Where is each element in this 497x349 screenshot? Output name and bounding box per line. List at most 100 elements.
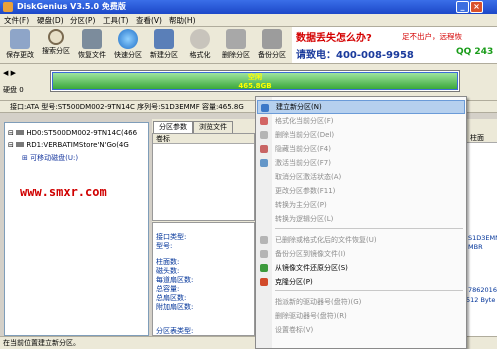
tree-label: 可移动磁盘(U:) [30,154,79,162]
quick-partition-icon [118,29,138,49]
new-partition-button[interactable]: 新建分区 [146,28,182,63]
menu-item[interactable]: 隐藏当前分区(F4) [257,142,465,156]
menu-item[interactable]: 从镜像文件还原分区(S) [257,261,465,275]
menu-help[interactable]: 帮助(H) [169,15,196,26]
context-menu: 建立新分区(N) 格式化当前分区(F) 删除当前分区(Del) 隐藏当前分区(F4) 激… [255,96,467,349]
recover-icon [260,236,268,244]
menu-item-label: 隐藏当前分区(F4) [275,145,331,153]
backup-icon [260,250,268,258]
close-button[interactable]: × [470,1,483,13]
new-partition-icon [154,29,174,49]
ad-phone: 请致电：400-008-9958 [296,50,414,61]
menu-item[interactable]: 格式化当前分区(F) [257,114,465,128]
tree-label: RD1:VERBATIMStore'N'Go(4G [26,141,129,149]
detail-label: 附加扇区数: [156,303,194,311]
recover-file-icon [82,29,102,49]
menu-item-label: 建立新分区(N) [276,103,322,111]
menu-file[interactable]: 文件(F) [4,15,29,26]
hard-disk-icon [16,130,25,135]
menu-view[interactable]: 查看(V) [136,15,162,26]
menu-item-label: 格式化当前分区(F) [275,117,334,125]
disk-number: 硬盘 0 [3,86,24,94]
window-title: DiskGenius V3.5.0 免费版 [17,2,126,11]
status-text: 在当前位置建立新分区。 [3,339,80,347]
nav-arrows-icon[interactable]: ◀ ▶ [3,69,16,77]
disk-tree: ⊟ HD0:ST500DM002-9TN14C(466 ⊟ RD1:VERBAT… [4,122,149,336]
backup-icon [262,29,282,49]
tree-item-hd0[interactable]: ⊟ HD0:ST500DM002-9TN14C(466 [8,129,137,137]
save-changes-button[interactable]: 保存更改 [2,28,38,63]
menu-item[interactable]: 激活当前分区(F7) [257,156,465,170]
disk-details: 接口类型: 型号: 柱面数: 磁头数: 每道扇区数: 总容量: 总扇区数: 附加… [152,222,255,336]
menu-item[interactable]: 取消分区激活状态(A) [257,170,465,184]
menu-item[interactable]: 更改分区参数(F11) [257,184,465,198]
recover-files-button[interactable]: 恢复文件 [74,28,110,63]
format-button[interactable]: 格式化 [182,28,218,63]
menu-item-label: 从镜像文件还原分区(S) [275,264,348,272]
format-icon [190,29,210,49]
ad-banner[interactable]: 数据丢失怎么办? 足不出户，远程恢 请致电：400-008-9958 QQ 24… [292,27,497,64]
menu-tools[interactable]: 工具(T) [103,15,128,26]
serial-value: S1D3EMM [468,234,497,242]
menu-item[interactable]: 指派新的驱动器号(盘符)(G) [257,295,465,309]
menu-item[interactable]: 备份分区到镜像文件(I) [257,247,465,261]
backup-partition-button[interactable]: 备份分区 [254,28,290,63]
menu-item-label: 备份分区到镜像文件(I) [275,250,346,258]
menu-item[interactable]: 设置卷标(V) [257,323,465,337]
partition-name: 空闲 [248,73,262,81]
menu-item-label: 设置卷标(V) [275,326,314,334]
disk-label: ◀ ▶ 硬盘 0 [3,67,47,95]
menu-item-label: 删除当前分区(Del) [275,131,335,139]
quick-partition-button[interactable]: 快速分区 [110,28,146,63]
watermark-text: www.smxr.com [20,185,107,199]
tab-partition-params[interactable]: 分区参数 [153,121,193,133]
menu-item-label: 激活当前分区(F7) [275,159,331,167]
partition-grid: 卷标 [152,133,255,221]
minimize-button[interactable]: _ [456,1,469,13]
menu-item[interactable]: 已删除或格式化后的文件恢复(U) [257,233,465,247]
expand-icon[interactable]: ⊟ [8,141,14,149]
menu-item-label: 克隆分区(P) [275,278,313,286]
menu-item-label: 指派新的驱动器号(盘符)(G) [275,298,362,306]
menu-item-label: 已删除或格式化后的文件恢复(U) [275,236,377,244]
search-icon [48,29,64,45]
partition-size: 465.8GB [238,82,272,90]
sector-count-value: 7862016 [468,286,497,294]
disk-info-text: 接口:ATA 型号:ST500DM002-9TN14C 序列号:S1D3EMMF… [10,103,244,111]
expand-icon[interactable]: ⊞ [22,154,28,162]
ad-qq: QQ 243 [456,47,494,57]
tree-item-removable[interactable]: ⊞ 可移动磁盘(U:) [22,153,78,163]
tree-item-rd1[interactable]: ⊟ RD1:VERBATIMStore'N'Go(4G [8,141,129,149]
expand-icon[interactable]: ⊟ [8,129,14,137]
detail-label: 分区表类型: [156,327,194,335]
menu-partition[interactable]: 分区(P) [70,15,95,26]
menu-item-label: 取消分区激活状态(A) [275,173,342,181]
free-space-block[interactable]: 空闲 465.8GB [52,72,458,90]
delete-icon [260,131,268,139]
menu-disk[interactable]: 硬盘(D) [37,15,64,26]
toolbar: 保存更改 搜索分区 恢复文件 快速分区 新建分区 格式化 删除分区 备份分区 [0,27,292,64]
menu-item[interactable]: 转换为主分区(P) [257,198,465,212]
delete-partition-button[interactable]: 删除分区 [218,28,254,63]
menu-item[interactable]: 转换为逻辑分区(L) [257,212,465,226]
menu-item-label: 转换为逻辑分区(L) [275,215,334,223]
usb-disk-icon [16,142,25,147]
menu-item-label: 转换为主分区(P) [275,201,327,209]
disk-map[interactable]: 空闲 465.8GB [50,70,460,92]
menu-item[interactable]: 建立新分区(N) [257,100,465,114]
app-icon [3,2,13,12]
menu-item[interactable]: 删除当前分区(Del) [257,128,465,142]
clone-icon [260,278,268,286]
menu-item[interactable]: 克隆分区(P) [257,275,465,289]
menu-bar: 文件(F) 硬盘(D) 分区(P) 工具(T) 查看(V) 帮助(H) [0,14,497,27]
ad-subline: 足不出户，远程恢 [402,32,462,41]
search-partition-button[interactable]: 搜索分区 [38,28,74,63]
new-partition-icon [261,104,269,112]
format-icon [260,117,268,125]
detail-label: 型号: [156,242,173,250]
tab-browse-files[interactable]: 浏览文件 [193,121,233,133]
restore-icon [260,264,268,272]
menu-item[interactable]: 删除驱动器号(盘符)(R) [257,309,465,323]
menu-item-label: 更改分区参数(F11) [275,187,336,195]
menu-item-label: 删除驱动器号(盘符)(R) [275,312,347,320]
